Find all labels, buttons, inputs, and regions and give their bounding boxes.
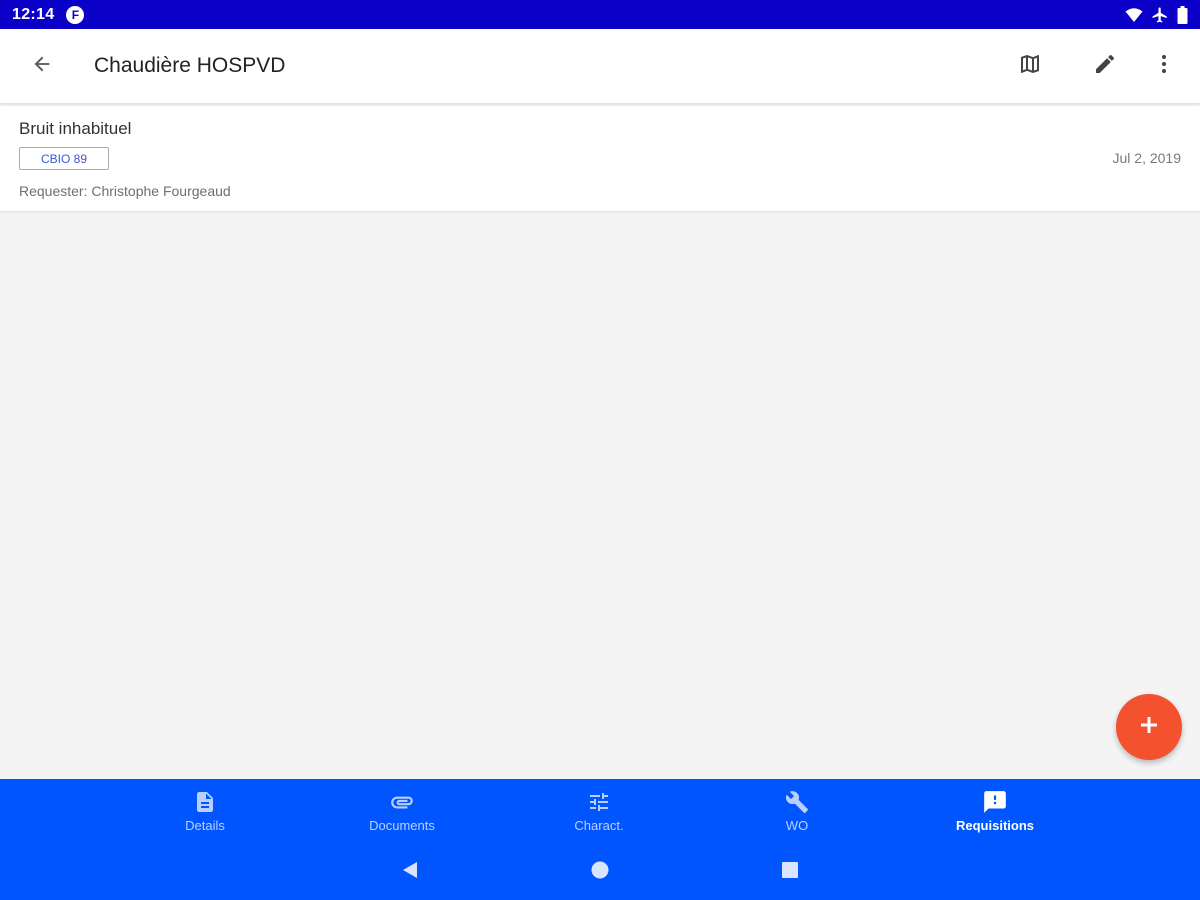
tab-details-label: Details (185, 818, 225, 833)
home-circle-icon (591, 861, 609, 884)
tab-charact-label: Charact. (574, 818, 624, 833)
app-bar-actions (1006, 42, 1188, 90)
back-triangle-icon (401, 861, 419, 884)
plus-icon (1139, 715, 1159, 740)
tab-requisitions-label: Requisitions (955, 818, 1034, 833)
tab-charact[interactable]: Charact. (519, 789, 679, 843)
recents-square-icon (781, 861, 799, 884)
battery-icon (1177, 5, 1188, 24)
nav-tabs: Details Documents Charact. WO Requisitio… (0, 779, 1200, 845)
system-navigation-bar (0, 857, 1200, 887)
equipment-tag-chip: CBIO 89 (19, 147, 109, 170)
bottom-navigation: Details Documents Charact. WO Requisitio… (0, 779, 1200, 900)
back-button[interactable] (18, 42, 66, 90)
feedback-icon (982, 789, 1008, 815)
paperclip-icon (389, 789, 415, 815)
airplane-icon (1151, 6, 1169, 24)
map-icon (1018, 52, 1042, 81)
notification-app-icon: F (66, 5, 85, 24)
status-icons (1125, 5, 1188, 24)
tab-details[interactable]: Details (125, 789, 285, 843)
requisition-requester: Requester: Christophe Fourgeaud (19, 183, 231, 199)
edit-icon (1093, 52, 1117, 81)
arrow-back-icon (31, 53, 53, 80)
document-icon (193, 789, 217, 815)
more-vert-icon (1152, 52, 1176, 81)
requisition-list-item[interactable]: Bruit inhabituel CBIO 89 Jul 2, 2019 Req… (0, 106, 1200, 211)
add-requisition-button[interactable] (1116, 694, 1182, 760)
wifi-icon (1125, 7, 1143, 23)
app-bar: Chaudière HOSPVD (0, 29, 1200, 104)
wrench-icon (785, 789, 809, 815)
tab-documents-label: Documents (369, 818, 435, 833)
tab-wo[interactable]: WO (717, 789, 877, 843)
requisition-date: Jul 2, 2019 (1112, 150, 1182, 166)
requisition-title: Bruit inhabituel (19, 119, 132, 138)
status-bar: 12:14 F (0, 0, 1200, 29)
system-home-button[interactable] (585, 857, 615, 887)
tab-documents[interactable]: Documents (322, 789, 482, 843)
page-title: Chaudière HOSPVD (94, 54, 286, 77)
tab-wo-label: WO (785, 818, 809, 833)
map-button[interactable] (1006, 42, 1054, 90)
system-back-button[interactable] (395, 857, 425, 887)
more-options-button[interactable] (1140, 42, 1188, 90)
system-recents-button[interactable] (775, 857, 805, 887)
status-time: 12:14 (12, 5, 55, 23)
tab-requisitions[interactable]: Requisitions (915, 789, 1075, 843)
tune-icon (587, 789, 611, 815)
edit-button[interactable] (1081, 42, 1129, 90)
